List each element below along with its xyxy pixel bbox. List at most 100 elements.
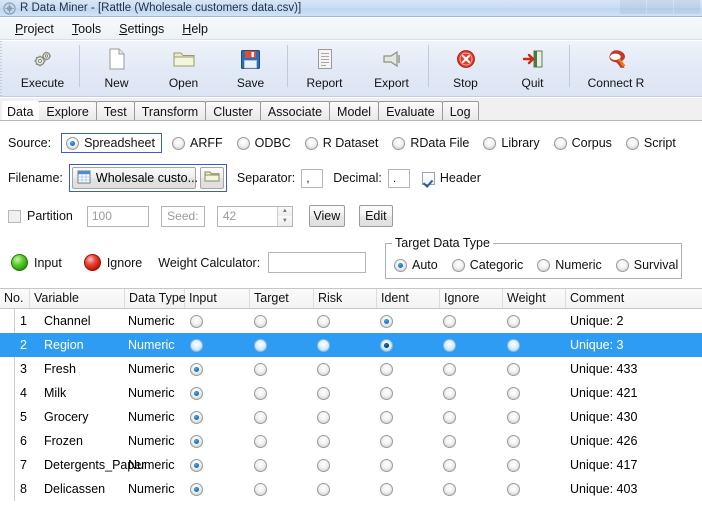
radio-corpus[interactable] <box>553 136 567 150</box>
cell-role-risk[interactable] <box>317 357 347 381</box>
toolbar-button-export[interactable]: Export <box>358 41 425 95</box>
radio-ignore-row-6[interactable] <box>443 434 456 448</box>
radio-ident-row-7[interactable] <box>380 458 393 472</box>
radio-input-row-1[interactable] <box>190 314 203 328</box>
radio-survival[interactable] <box>615 258 629 272</box>
cell-role-target[interactable] <box>254 357 284 381</box>
toolbar-button-new[interactable]: New <box>83 41 150 95</box>
radio-ignore-row-4[interactable] <box>443 386 456 400</box>
target-type-option-auto[interactable]: Auto <box>394 258 438 272</box>
source-option-spreadsheet[interactable]: Spreadsheet <box>61 133 162 153</box>
cell-role-input[interactable] <box>190 381 220 405</box>
cell-role-target[interactable] <box>254 333 284 357</box>
cell-role-ident[interactable] <box>380 381 410 405</box>
radio-ident-row-8[interactable] <box>380 482 393 496</box>
source-option-library[interactable]: Library <box>483 136 540 150</box>
cell-role-target[interactable] <box>254 429 284 453</box>
tab-log[interactable]: Log <box>441 101 479 120</box>
cell-role-input[interactable] <box>190 405 220 429</box>
cell-role-risk[interactable] <box>317 453 347 477</box>
cell-role-input[interactable] <box>190 333 220 357</box>
toolbar-button-report[interactable]: Report <box>291 41 358 95</box>
ignore-role-button[interactable] <box>83 254 101 271</box>
cell-role-ident[interactable] <box>380 453 410 477</box>
column-header-risk[interactable]: Risk <box>314 289 377 308</box>
radio-ident-row-3[interactable] <box>380 362 393 376</box>
radio-input-row-4[interactable] <box>190 386 203 400</box>
tab-cluster[interactable]: Cluster <box>205 101 261 120</box>
cell-role-risk[interactable] <box>317 405 347 429</box>
column-header-ignore[interactable]: Ignore <box>440 289 503 308</box>
tab-associate[interactable]: Associate <box>259 101 331 120</box>
radio-risk-row-6[interactable] <box>317 434 330 448</box>
column-header-target[interactable]: Target <box>250 289 314 308</box>
tab-transform[interactable]: Transform <box>133 101 207 120</box>
radio-ident-row-4[interactable] <box>380 386 393 400</box>
column-header-datatype[interactable]: Data Type <box>125 289 186 308</box>
radio-ignore-row-3[interactable] <box>443 362 456 376</box>
input-role-button[interactable] <box>11 254 28 271</box>
radio-numeric[interactable] <box>537 258 551 272</box>
radio-ident-row-5[interactable] <box>380 410 393 424</box>
radio-ignore-row-7[interactable] <box>443 458 456 472</box>
toolbar-button-stop[interactable]: Stop <box>432 41 499 95</box>
radio-weight-row-5[interactable] <box>507 410 520 424</box>
radio-target-row-5[interactable] <box>254 410 267 424</box>
radio-odbc[interactable] <box>236 136 250 150</box>
cell-role-input[interactable] <box>190 477 220 501</box>
cell-role-risk[interactable] <box>317 333 347 357</box>
cell-role-ident[interactable] <box>380 429 410 453</box>
cell-role-ignore[interactable] <box>443 405 473 429</box>
radio-ident-row-2[interactable] <box>380 338 393 352</box>
column-header-comment[interactable]: Comment <box>566 289 702 308</box>
radio-risk-row-1[interactable] <box>317 314 330 328</box>
source-option-script[interactable]: Script <box>625 136 676 150</box>
cell-role-weight[interactable] <box>507 405 537 429</box>
tab-model[interactable]: Model <box>329 101 380 120</box>
radio-weight-row-3[interactable] <box>507 362 520 376</box>
menu-settings[interactable]: Settings <box>110 20 173 38</box>
partition-checkbox[interactable] <box>8 209 21 223</box>
target-type-option-survival[interactable]: Survival <box>615 258 678 272</box>
cell-role-weight[interactable] <box>507 333 537 357</box>
cell-role-target[interactable] <box>254 381 284 405</box>
radio-target-row-3[interactable] <box>254 362 267 376</box>
toolbar-button-save[interactable]: Save <box>217 41 284 95</box>
tab-explore[interactable]: Explore <box>38 101 97 120</box>
column-header-ident[interactable]: Ident <box>377 289 440 308</box>
weight-calculator-input[interactable] <box>268 252 367 273</box>
seed-spinner-down[interactable]: ▼ <box>277 216 292 226</box>
toolbar-button-quit[interactable]: Quit <box>499 41 566 95</box>
radio-spreadsheet[interactable] <box>66 136 80 150</box>
window-controls[interactable] <box>620 0 700 14</box>
radio-library[interactable] <box>483 136 497 150</box>
radio-target-row-7[interactable] <box>254 458 267 472</box>
radio-weight-row-7[interactable] <box>507 458 520 472</box>
filename-button[interactable]: Wholesale custo... <box>71 167 198 189</box>
table-row[interactable]: 3 Fresh Numeric Unique: 433 <box>0 357 702 381</box>
target-type-option-categoric[interactable]: Categoric <box>451 258 523 272</box>
seed-spinner-arrows[interactable]: ▲ ▼ <box>276 206 292 226</box>
tab-evaluate[interactable]: Evaluate <box>378 101 443 120</box>
radio-input-row-8[interactable] <box>190 482 203 496</box>
cell-role-risk[interactable] <box>317 381 347 405</box>
menu-tools[interactable]: Tools <box>63 20 110 38</box>
column-header-no[interactable]: No. <box>0 289 30 308</box>
cell-role-weight[interactable] <box>507 429 537 453</box>
radio-risk-row-7[interactable] <box>317 458 330 472</box>
toolbar-grip[interactable] <box>0 41 9 96</box>
radio-script[interactable] <box>625 136 639 150</box>
radio-ident-row-6[interactable] <box>380 434 393 448</box>
radio-ignore-row-2[interactable] <box>443 338 456 352</box>
table-row[interactable]: 2 Region Numeric Unique: 3 <box>0 333 702 357</box>
cell-role-risk[interactable] <box>317 309 347 333</box>
radio-ignore-row-1[interactable] <box>443 314 456 328</box>
cell-role-ignore[interactable] <box>443 477 473 501</box>
radio-target-row-8[interactable] <box>254 482 267 496</box>
cell-role-risk[interactable] <box>317 477 347 501</box>
radio-risk-row-3[interactable] <box>317 362 330 376</box>
cell-role-ident[interactable] <box>380 357 410 381</box>
table-row[interactable]: 4 Milk Numeric Unique: 421 <box>0 381 702 405</box>
target-type-option-numeric[interactable]: Numeric <box>537 258 602 272</box>
table-row[interactable]: 8 Delicassen Numeric Unique: 403 <box>0 477 702 501</box>
